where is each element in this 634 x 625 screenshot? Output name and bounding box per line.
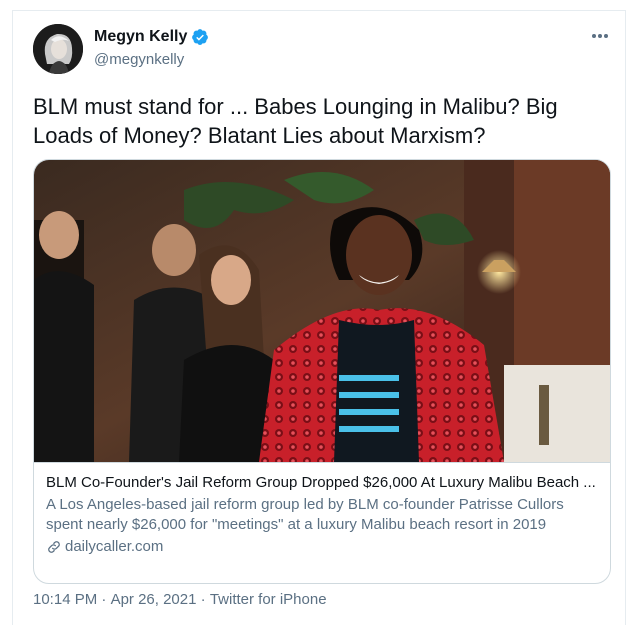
tweet-source[interactable]: Twitter for iPhone: [210, 591, 327, 608]
photo-icon: [34, 160, 610, 462]
avatar[interactable]: [33, 24, 83, 74]
card-domain-text[interactable]: dailycaller.com: [65, 537, 163, 557]
author-name-row[interactable]: Megyn Kelly: [94, 28, 209, 46]
tweet-text: BLM must stand for ... Babes Lounging in…: [33, 94, 558, 148]
card-title[interactable]: BLM Co-Founder's Jail Reform Group Dropp…: [46, 473, 600, 493]
card-description: A Los Angeles-based jail reform group le…: [46, 496, 564, 533]
verified-badge-icon: [192, 29, 209, 45]
link-card[interactable]: BLM Co-Founder's Jail Reform Group Dropp…: [33, 159, 611, 584]
tweet-meta: 10:14 PM · Apr 26, 2021 · Twitter for iP…: [33, 591, 327, 608]
card-domain[interactable]: dailycaller.com: [46, 537, 600, 557]
author-name[interactable]: Megyn Kelly: [94, 28, 187, 46]
tweet-time[interactable]: 10:14 PM: [33, 591, 97, 608]
tweet-date[interactable]: Apr 26, 2021: [111, 591, 197, 608]
card-image[interactable]: [34, 160, 610, 462]
link-icon: [48, 541, 60, 553]
author-handle[interactable]: @megynkelly: [94, 51, 184, 68]
card-body[interactable]: BLM Co-Founder's Jail Reform Group Dropp…: [34, 462, 610, 583]
meta-separator: ·: [196, 591, 210, 608]
profile-photo-icon: [33, 24, 83, 74]
more-icon: [592, 34, 608, 38]
tweet: Megyn Kelly @megynkelly BLM must stand f…: [12, 10, 626, 625]
meta-separator: ·: [97, 591, 111, 608]
more-options-button[interactable]: [589, 25, 611, 47]
